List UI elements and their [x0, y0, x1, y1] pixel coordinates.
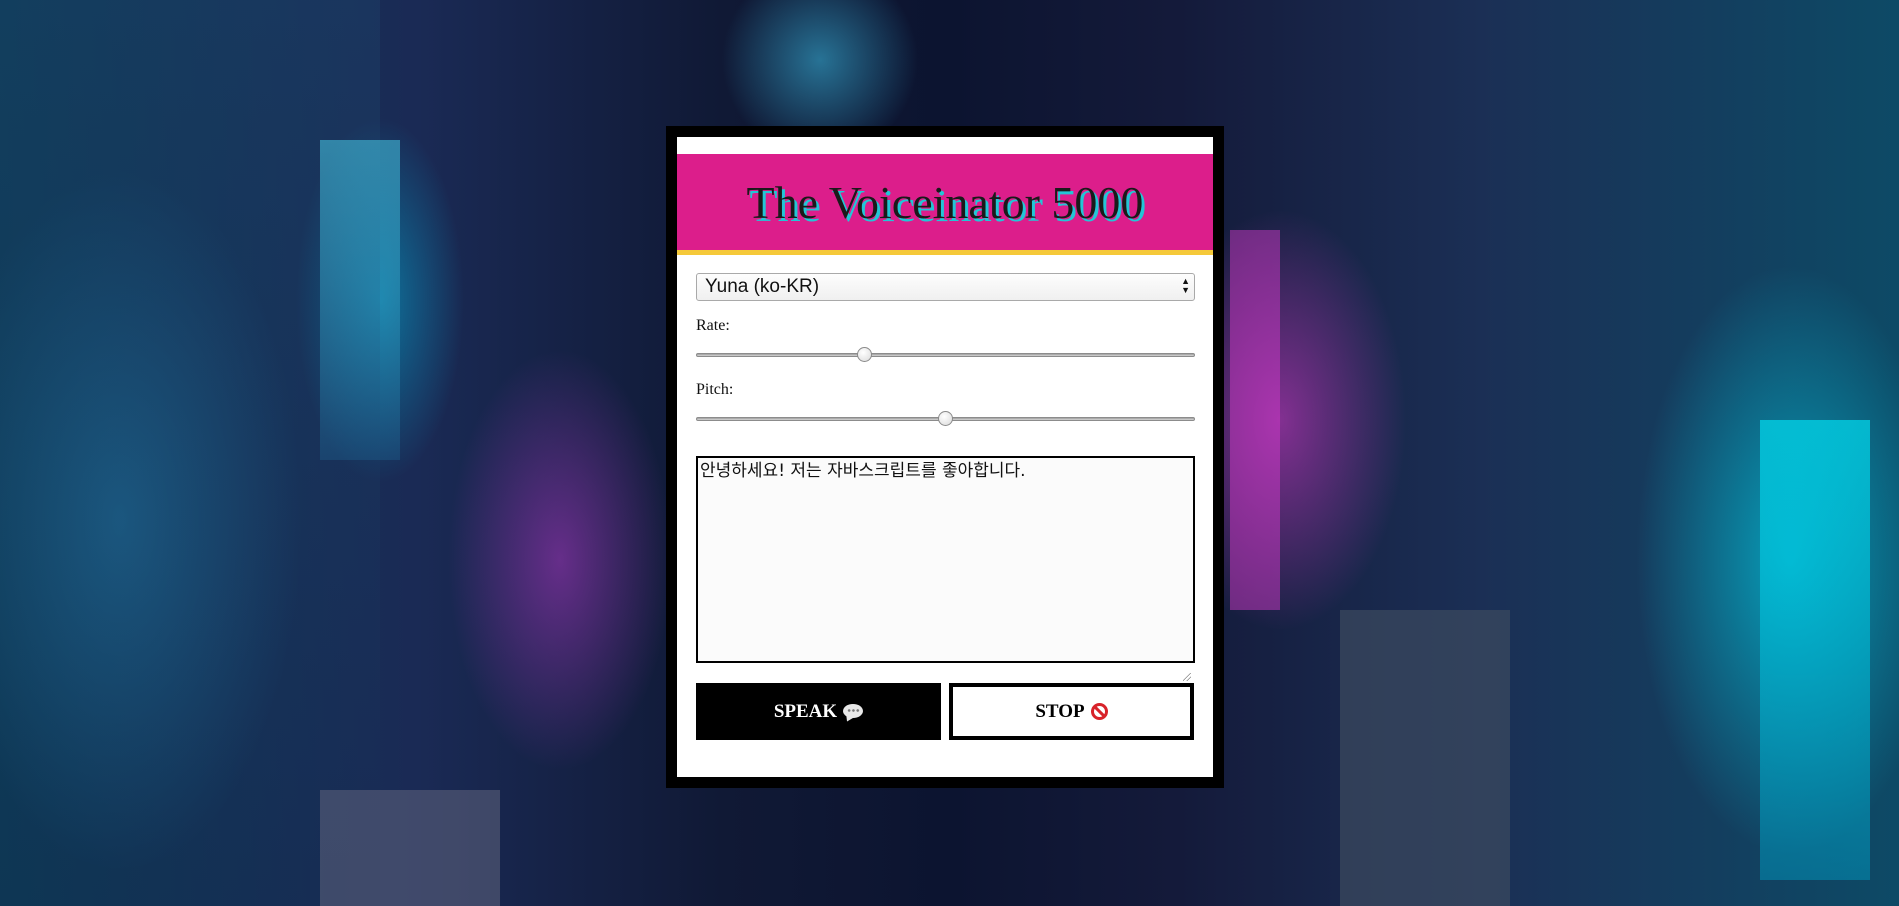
card-inner: The Voiceinator 5000 Yuna (ko-KR) ▲ ▼ Rat… [677, 137, 1213, 777]
speech-balloon-icon [843, 703, 864, 723]
rate-label: Rate: [696, 317, 730, 334]
background-ac-unit-right [1340, 610, 1510, 906]
voice-select[interactable]: Yuna (ko-KR) ▲ ▼ [696, 273, 1195, 301]
stop-button[interactable]: STOP [949, 683, 1194, 740]
prohibited-icon [1090, 703, 1108, 720]
rate-slider[interactable] [696, 345, 1195, 365]
background-ac-unit-left [320, 790, 500, 906]
button-row: SPEAK STOP [696, 683, 1194, 740]
rate-slider-thumb[interactable] [857, 347, 872, 362]
rate-slider-track [696, 353, 1195, 357]
background-neon-light [1230, 230, 1280, 610]
background-window [320, 140, 400, 460]
voice-select-value: Yuna (ko-KR) [705, 276, 820, 297]
app-title: The Voiceinator 5000 [746, 176, 1144, 228]
voiceinator-card: The Voiceinator 5000 Yuna (ko-KR) ▲ ▼ Rat… [666, 126, 1224, 788]
speak-button[interactable]: SPEAK [696, 683, 941, 740]
controls: Yuna (ko-KR) ▲ ▼ Rate: Pitch: 안녕하세요! 저는 자… [677, 255, 1213, 740]
stop-button-label: STOP [1035, 700, 1085, 722]
background-neon-sign [1760, 420, 1870, 880]
message-textarea[interactable]: 안녕하세요! 저는 자바스크립트를 좋아합니다. [696, 456, 1195, 663]
textarea-resize-grip[interactable] [1183, 673, 1191, 681]
pitch-slider[interactable] [696, 409, 1195, 429]
speak-button-label: SPEAK [773, 700, 838, 722]
pitch-slider-thumb[interactable] [937, 411, 953, 426]
select-arrows-icon: ▲ ▼ [1181, 276, 1190, 295]
pitch-label: Pitch: [696, 381, 734, 398]
title-bar: The Voiceinator 5000 [677, 154, 1213, 255]
